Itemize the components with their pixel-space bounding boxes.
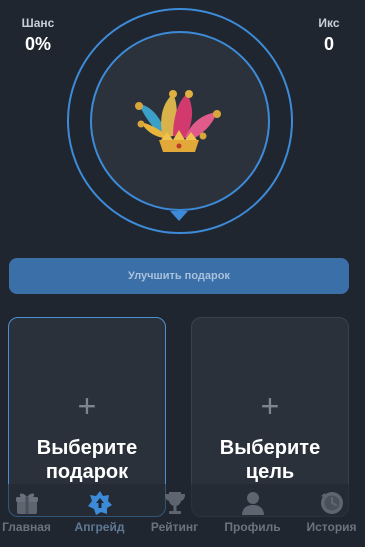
nav-label-home: Главная xyxy=(2,520,51,534)
nav-item-home[interactable]: Главная xyxy=(0,490,63,534)
multiplier-stat: Икс 0 xyxy=(309,16,349,56)
upgrade-star-icon xyxy=(87,491,112,515)
upgrade-gift-button[interactable]: Улучшить подарок xyxy=(9,258,349,294)
select-gift-text: Выберите подарок xyxy=(9,436,165,484)
history-clock-icon xyxy=(320,492,343,514)
nav-label-rating: Рейтинг xyxy=(150,520,199,534)
select-target-line1: Выберите xyxy=(219,437,321,459)
select-target-text: Выберите цель xyxy=(192,436,348,484)
nav-label-upgrade: Апгрейд xyxy=(74,520,125,534)
multiplier-label: Икс xyxy=(318,16,340,30)
chance-value: 0% xyxy=(24,34,51,54)
gift-icon xyxy=(15,493,38,514)
wheel-pointer xyxy=(170,211,188,221)
add-gift-plus-icon: + xyxy=(77,388,97,424)
bottom-nav: Главная Апгрейд Рейтинг Профиль История xyxy=(0,484,365,547)
select-gift-line1: Выберите xyxy=(36,437,138,459)
nav-item-profile[interactable]: Профиль xyxy=(216,490,289,534)
nav-label-history: История xyxy=(306,520,357,534)
profile-icon xyxy=(241,492,264,515)
chance-label: Шанс xyxy=(21,16,55,30)
jester-hat-icon xyxy=(135,90,221,152)
chance-stat: Шанс 0% xyxy=(14,16,62,56)
nav-item-history[interactable]: История xyxy=(295,490,365,534)
select-gift-line2: подарок xyxy=(45,461,129,483)
multiplier-value: 0 xyxy=(323,34,334,54)
add-target-plus-icon: + xyxy=(260,388,280,424)
nav-item-rating[interactable]: Рейтинг xyxy=(138,490,211,534)
nav-label-profile: Профиль xyxy=(224,520,281,534)
select-target-line2: цель xyxy=(245,461,295,483)
nav-item-upgrade[interactable]: Апгрейд xyxy=(63,490,136,534)
trophy-icon xyxy=(164,492,185,514)
